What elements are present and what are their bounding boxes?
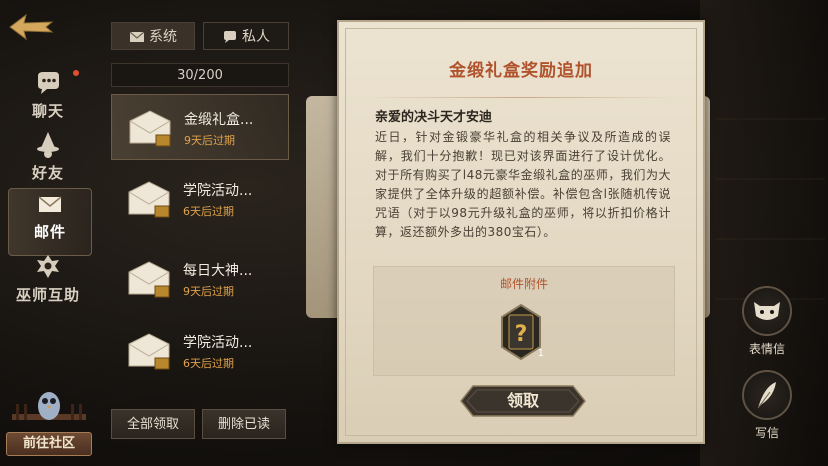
envelope-chest-icon	[128, 181, 170, 218]
claim-label: 领取	[506, 391, 539, 410]
mail-expiry: 6天后过期	[183, 357, 234, 370]
chat-icon	[38, 72, 59, 94]
delete-read-button[interactable]: 删除已读	[202, 409, 286, 439]
owl-icon	[12, 392, 86, 420]
write-letter-label: 写信	[754, 426, 779, 440]
mail-title: 金缎礼盒...	[184, 112, 254, 128]
tab-private[interactable]: 私人	[203, 22, 289, 50]
cat-mask-icon	[754, 302, 780, 320]
emoji-letter-label: 表情信	[748, 342, 785, 356]
attachment-box: 邮件附件 ? 1	[373, 266, 675, 376]
claim-button[interactable]: 领取	[459, 384, 587, 418]
claim-all-button[interactable]: 全部领取	[111, 409, 195, 439]
svg-text:?: ?	[515, 322, 528, 347]
envelope-chest-icon	[129, 110, 171, 147]
envelope-icon	[129, 31, 145, 42]
nav-friends-label: 好友	[31, 164, 64, 182]
emoji-letter-circle	[742, 286, 792, 336]
emoji-letter-button[interactable]: 表情信	[738, 286, 796, 368]
wizard-hat-icon	[37, 132, 59, 158]
letter-divider	[365, 97, 677, 98]
mail-item[interactable]: 学院活动... 6天后过期	[111, 318, 289, 384]
community-button[interactable]: 前往社区	[6, 386, 92, 460]
letter-panel: 金缎礼盒奖励追加 亲爱的决斗天才安迪 近日，针对金锻豪华礼盒的相关争议及所造成的…	[337, 20, 705, 444]
nav-mail[interactable]: 邮件	[8, 188, 92, 256]
letter-body: 近日，针对金锻豪华礼盒的相关争议及所造成的误解，我们十分抱歉！现已对该界面进行了…	[375, 130, 671, 239]
chat-bubble-icon	[224, 31, 236, 43]
nav-chat-label: 聊天	[31, 102, 64, 120]
mail-title: 每日大神...	[183, 263, 253, 279]
tab-system-label: 系统	[149, 29, 177, 45]
envelope-icon	[38, 196, 62, 212]
attachment-item[interactable]: ? 1	[496, 303, 546, 361]
mail-expiry: 6天后过期	[183, 205, 234, 218]
letter-title: 金缎礼盒奖励追加	[449, 61, 593, 81]
letter-greeting: 亲爱的决斗天才安迪	[375, 110, 493, 125]
envelope-chest-icon	[128, 261, 170, 298]
notification-dot	[73, 70, 79, 76]
mail-expiry: 9天后过期	[184, 134, 235, 147]
tab-system[interactable]: 系统	[111, 22, 195, 50]
mail-item[interactable]: 每日大神... 9天后过期	[111, 246, 289, 312]
crest-icon	[37, 255, 59, 278]
back-button[interactable]	[6, 8, 56, 46]
nav-wizard-help-label: 巫师互助	[15, 286, 80, 304]
attachment-label: 邮件附件	[499, 277, 548, 291]
write-letter-circle	[742, 370, 792, 420]
nav-chat[interactable]: 聊天	[10, 68, 86, 134]
mail-title: 学院活动...	[183, 335, 253, 351]
nav-mail-label: 邮件	[33, 223, 66, 241]
bookshelf-decoration	[715, 60, 825, 300]
nav-wizard-help[interactable]: 巫师互助	[10, 252, 86, 318]
mail-title: 学院活动...	[183, 183, 253, 199]
mail-expiry: 9天后过期	[183, 285, 234, 298]
quill-icon	[757, 382, 776, 409]
community-label: 前往社区	[6, 432, 92, 456]
back-arrow-icon	[9, 13, 54, 41]
mail-item[interactable]: 金缎礼盒... 9天后过期	[111, 94, 289, 160]
mail-item[interactable]: 学院活动... 6天后过期	[111, 166, 289, 232]
write-letter-button[interactable]: 写信	[738, 370, 796, 452]
nav-friends[interactable]: 好友	[10, 130, 86, 196]
envelope-chest-icon	[128, 333, 170, 370]
attachment-count: 1	[537, 348, 544, 359]
tab-private-label: 私人	[242, 29, 270, 45]
mail-count: 30/200	[111, 63, 289, 87]
